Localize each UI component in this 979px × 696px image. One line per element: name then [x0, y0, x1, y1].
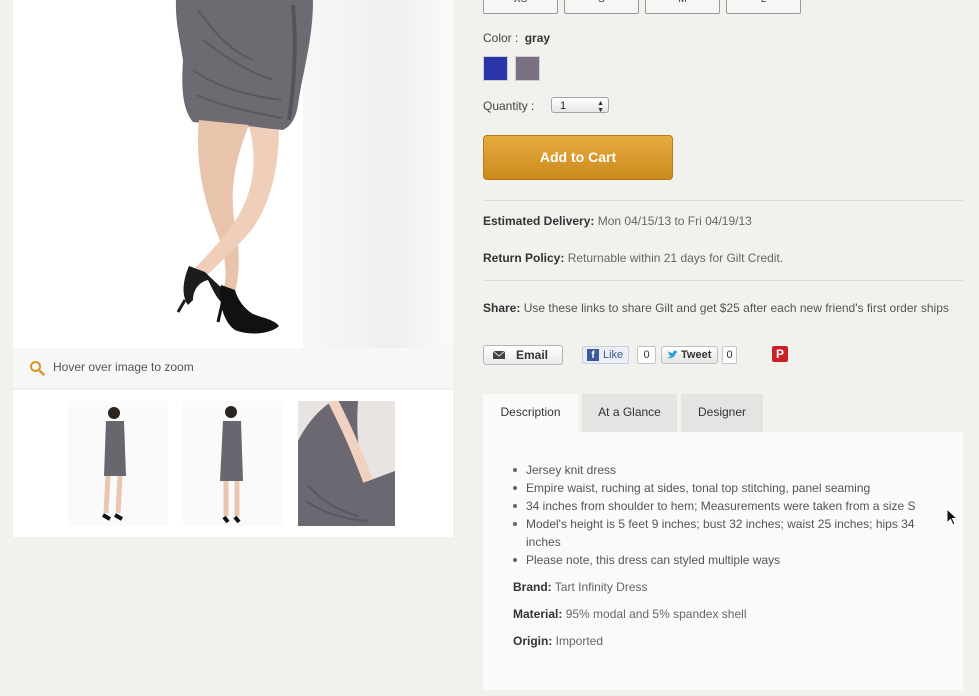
pinterest-icon[interactable]: P [772, 346, 788, 362]
return-policy: Return Policy: Returnable within 21 days… [483, 251, 783, 265]
twitter-bird-icon [667, 350, 678, 359]
tweet-label: Tweet [681, 349, 712, 361]
thumbnail-detail-image [298, 401, 395, 526]
like-count: 0 [637, 346, 656, 364]
thumbnail-back[interactable] [183, 401, 283, 526]
material-label: Material: [513, 607, 563, 621]
return-value: Returnable within 21 days for Gilt Credi… [567, 251, 784, 265]
color-row: Color : gray [483, 31, 550, 45]
brand-label: Brand: [513, 580, 552, 594]
select-arrows-icon: ▲ ▼ [597, 100, 604, 114]
mouse-cursor-icon [946, 508, 958, 526]
size-s-button[interactable]: S [564, 0, 639, 14]
facebook-icon: f [587, 349, 599, 361]
delivery-label: Estimated Delivery: [483, 214, 595, 228]
swatch-blue[interactable] [483, 56, 508, 81]
tab-designer[interactable]: Designer [681, 394, 763, 432]
thumbnail-back-image [220, 406, 243, 524]
share-description: Share: Use these links to share Gilt and… [483, 297, 953, 319]
magnifier-icon [30, 361, 45, 376]
quantity-select[interactable]: 1 ▲ ▼ [551, 97, 609, 114]
quantity-value: 1 [560, 100, 567, 112]
origin-row: Origin: Imported [513, 634, 603, 648]
tweet-button[interactable]: Tweet [661, 346, 718, 364]
list-item: Empire waist, ruching at sides, tonal to… [513, 479, 938, 497]
thumbnail-front[interactable] [68, 401, 168, 526]
color-value: gray [524, 31, 551, 45]
divider [483, 280, 963, 281]
divider [483, 200, 963, 201]
thumbnail-detail[interactable] [298, 401, 395, 526]
size-xs-button[interactable]: XS [483, 0, 558, 14]
tab-at-a-glance[interactable]: At a Glance [582, 394, 677, 432]
origin-label: Origin: [513, 634, 553, 648]
brand-value: Tart Infinity Dress [554, 580, 648, 594]
thumbnail-front-image [102, 407, 126, 521]
description-list: Jersey knit dress Empire waist, ruching … [513, 461, 938, 569]
estimated-delivery: Estimated Delivery: Mon 04/15/13 to Fri … [483, 214, 752, 228]
email-share-button[interactable]: Email [483, 345, 563, 365]
list-item: Jersey knit dress [513, 461, 938, 479]
zoom-hint-bar: Hover over image to zoom [13, 348, 453, 388]
delivery-value: Mon 04/15/13 to Fri 04/19/13 [597, 214, 752, 228]
material-value: 95% modal and 5% spandex shell [565, 607, 747, 621]
swatch-gray[interactable] [515, 56, 540, 81]
main-product-image[interactable] [13, 0, 453, 388]
share-text: Use these links to share Gilt and get $2… [523, 301, 949, 315]
quantity-label: Quantity : [483, 99, 535, 113]
color-label: Color : [483, 31, 519, 45]
brand-row: Brand: Tart Infinity Dress [513, 580, 648, 594]
dress-model-illustration [175, 0, 313, 334]
thumbnail-strip [13, 390, 453, 537]
list-item: Please note, this dress can styled multi… [513, 551, 938, 569]
tab-description[interactable]: Description [483, 394, 578, 432]
facebook-like-button[interactable]: f Like [582, 346, 629, 364]
size-l-button[interactable]: L [726, 0, 801, 14]
email-label: Email [516, 348, 549, 362]
zoom-hint-text: Hover over image to zoom [53, 360, 194, 374]
share-label: Share: [483, 301, 521, 315]
list-item: 34 inches from shoulder to hem; Measurem… [513, 497, 938, 515]
like-label: Like [603, 349, 624, 361]
return-label: Return Policy: [483, 251, 565, 265]
list-item: Model's height is 5 feet 9 inches; bust … [513, 515, 938, 551]
material-row: Material: 95% modal and 5% spandex shell [513, 607, 747, 621]
size-m-button[interactable]: M [645, 0, 720, 14]
envelope-icon [493, 351, 505, 359]
tweet-count: 0 [722, 346, 737, 364]
add-to-cart-button[interactable]: Add to Cart [483, 135, 673, 180]
origin-value: Imported [555, 634, 604, 648]
